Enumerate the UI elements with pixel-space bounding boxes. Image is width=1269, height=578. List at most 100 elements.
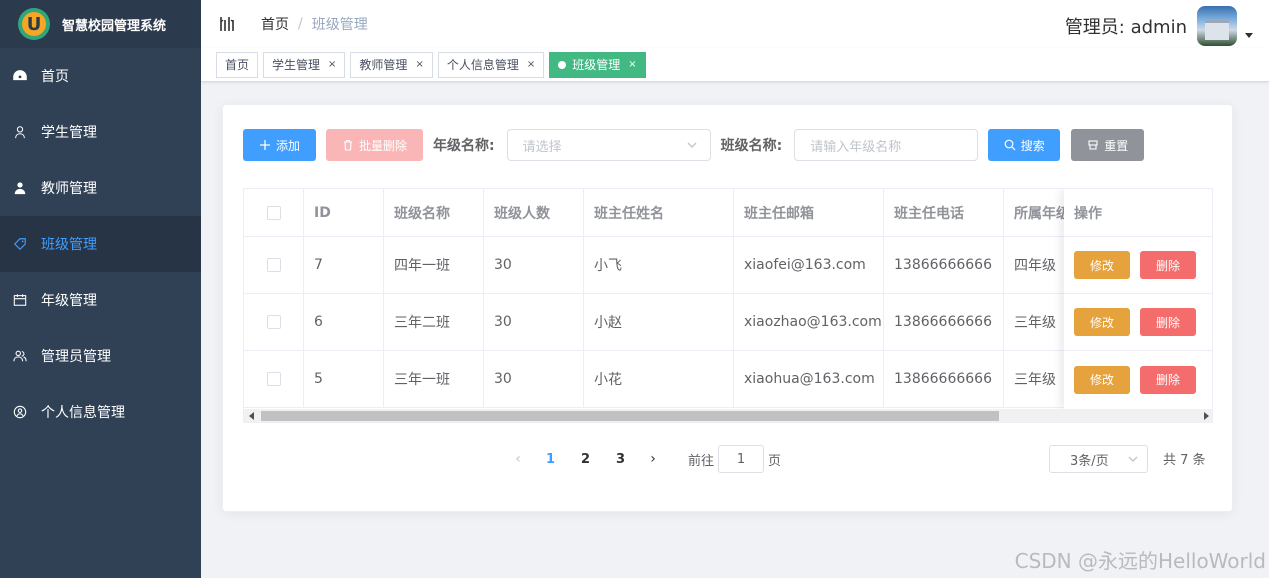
- column-header[interactable]: 班主任电话: [884, 189, 1004, 236]
- column-header[interactable]: 班级人数: [484, 189, 584, 236]
- batch-delete-button[interactable]: 批量删除: [326, 129, 423, 161]
- sidebar-item-profile[interactable]: 个人信息管理: [0, 384, 201, 440]
- pagination: ‹ 1 2 3 › 前往 1 页: [503, 445, 781, 473]
- tag-label: 首页: [225, 58, 250, 72]
- tag-label: 个人信息管理: [446, 58, 519, 72]
- tag-label: 教师管理: [359, 58, 408, 72]
- tags-view: 首页 学生管理 × 教师管理 × 个人信息管理 × 班级管理 ×: [201, 48, 1269, 82]
- edit-button[interactable]: 修改: [1074, 308, 1130, 336]
- page-size-select[interactable]: 3条/页: [1049, 445, 1148, 473]
- top-navbar: 首页 / 班级管理 管理员: admin: [201, 0, 1269, 48]
- user-name: 管理员: admin: [1064, 17, 1187, 38]
- active-dot-icon: [558, 60, 567, 69]
- sidebar-item-label: 首页: [41, 69, 69, 85]
- tag-home[interactable]: 首页: [216, 51, 259, 78]
- app-title: 智慧校园管理系统: [62, 18, 167, 34]
- delete-button[interactable]: 删除: [1140, 308, 1196, 336]
- column-header[interactable]: ID: [304, 189, 384, 236]
- tag-teachers[interactable]: 教师管理 ×: [350, 51, 433, 78]
- scroll-left-icon[interactable]: [249, 412, 254, 420]
- page-size-value: 3条/页: [1070, 453, 1109, 469]
- sidebar-item-teachers[interactable]: 教师管理: [0, 160, 201, 216]
- sidebar-item-students[interactable]: 学生管理: [0, 104, 201, 160]
- sidebar-item-label: 教师管理: [41, 181, 97, 197]
- prev-page-button[interactable]: ‹: [503, 451, 533, 467]
- row-actions: 修改 删除: [1064, 351, 1212, 408]
- content-card: 添加 批量删除 年级名称: 请选择 班级名称: 请输入年级名称 搜索 重置 ID…: [222, 104, 1233, 512]
- delete-button[interactable]: 删除: [1140, 365, 1196, 394]
- tag-classes[interactable]: 班级管理 ×: [549, 51, 646, 78]
- delete-button[interactable]: 删除: [1140, 251, 1196, 279]
- profile-icon: [12, 404, 28, 420]
- breadcrumb-home[interactable]: 首页: [261, 14, 289, 34]
- row-checkbox[interactable]: [266, 315, 281, 329]
- tag-icon: [12, 236, 28, 252]
- caret-down-icon[interactable]: [1245, 32, 1253, 38]
- cell-phone: 13866666666: [884, 294, 1004, 350]
- page-number[interactable]: 3: [603, 452, 638, 467]
- sidebar-item-grades[interactable]: 年级管理: [0, 272, 201, 328]
- cell-count: 30: [484, 237, 584, 293]
- toolbar: 添加 批量删除 年级名称: 请选择 班级名称: 请输入年级名称 搜索 重置: [243, 129, 1145, 161]
- tag-profile[interactable]: 个人信息管理 ×: [437, 51, 545, 78]
- row-checkbox[interactable]: [266, 372, 281, 386]
- add-button[interactable]: 添加: [243, 129, 316, 161]
- column-header[interactable]: 班主任邮箱: [734, 189, 884, 236]
- cell-class-name: 四年一班: [384, 237, 484, 293]
- class-name-input[interactable]: 请输入年级名称: [794, 129, 979, 161]
- scroll-right-icon[interactable]: [1204, 412, 1209, 420]
- sidebar-item-admins[interactable]: 管理员管理: [0, 328, 201, 384]
- edit-button[interactable]: 修改: [1074, 365, 1130, 394]
- cell-email: xiaozhao@163.com: [734, 294, 884, 350]
- goto-page-input[interactable]: 1: [718, 445, 765, 473]
- select-all-checkbox[interactable]: [266, 205, 281, 220]
- page-number[interactable]: 2: [568, 452, 603, 467]
- cell-class-name: 三年二班: [384, 294, 484, 350]
- tag-students[interactable]: 学生管理 ×: [263, 51, 346, 78]
- user-menu[interactable]: 管理员: admin: [1065, 6, 1253, 46]
- search-button-label: 搜索: [1020, 138, 1045, 153]
- class-filter-label: 班级名称:: [720, 138, 783, 154]
- breadcrumb-current: 班级管理: [311, 17, 368, 33]
- close-icon[interactable]: ×: [628, 59, 636, 70]
- chevron-down-icon: [1128, 456, 1138, 462]
- cell-id: 5: [304, 351, 384, 407]
- next-page-button[interactable]: ›: [638, 451, 668, 467]
- sidebar-item-classes[interactable]: 班级管理: [0, 216, 201, 272]
- sidebar-item-label: 年级管理: [41, 293, 97, 309]
- horizontal-scrollbar[interactable]: [244, 409, 1212, 422]
- close-icon[interactable]: ×: [328, 59, 336, 70]
- page-number[interactable]: 1: [533, 452, 568, 467]
- reset-icon: [1088, 140, 1098, 150]
- column-header[interactable]: 班级名称: [384, 189, 484, 236]
- cell-id: 6: [304, 294, 384, 350]
- close-icon[interactable]: ×: [415, 59, 423, 70]
- select-all-cell: [244, 189, 304, 236]
- avatar[interactable]: [1197, 6, 1237, 46]
- edit-button[interactable]: 修改: [1074, 251, 1130, 279]
- total-count: 共 7 条: [1163, 453, 1206, 468]
- cell-phone: 13866666666: [884, 237, 1004, 293]
- breadcrumb-separator: /: [298, 16, 303, 32]
- sidebar-item-label: 管理员管理: [41, 349, 111, 365]
- tag-label: 班级管理: [572, 58, 621, 72]
- scrollbar-thumb[interactable]: [261, 411, 999, 421]
- cell-class-name: 三年一班: [384, 351, 484, 407]
- row-actions: 修改 删除: [1064, 294, 1212, 351]
- people-icon: [12, 348, 28, 364]
- cell-teacher: 小花: [584, 351, 734, 407]
- sidebar-item-label: 学生管理: [41, 125, 97, 141]
- trash-icon: [343, 139, 352, 151]
- row-checkbox[interactable]: [266, 258, 281, 272]
- column-header[interactable]: 班主任姓名: [584, 189, 734, 236]
- teacher-icon: [12, 180, 28, 196]
- search-icon: [1004, 139, 1016, 151]
- hamburger-icon[interactable]: [219, 15, 237, 33]
- breadcrumb: 首页 / 班级管理: [261, 14, 368, 34]
- close-icon[interactable]: ×: [527, 59, 535, 70]
- reset-button[interactable]: 重置: [1071, 129, 1145, 161]
- sidebar-item-label: 班级管理: [41, 237, 97, 253]
- search-button[interactable]: 搜索: [988, 129, 1061, 161]
- grade-select[interactable]: 请选择: [506, 129, 711, 161]
- sidebar-item-home[interactable]: 首页: [0, 48, 201, 104]
